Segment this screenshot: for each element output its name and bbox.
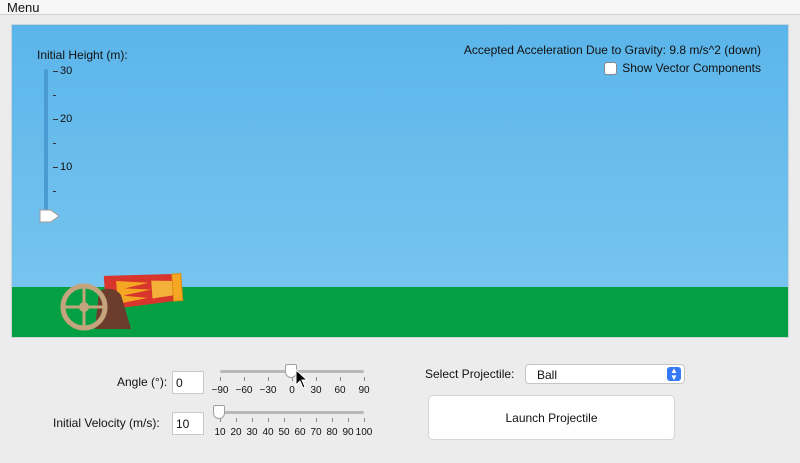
projectile-select[interactable]: Ball ▲ ▼: [525, 364, 685, 384]
angle-label: Angle (°):: [117, 375, 168, 389]
angle-slider-tick-label: 30: [310, 385, 322, 396]
velocity-slider-tick: [236, 418, 237, 422]
simulation-scene: Initial Height (m): 30 20 10 Accepted Ac…: [11, 24, 789, 338]
projectile-select-value: Ball: [537, 368, 558, 382]
velocity-slider-tick-label: 80: [326, 427, 338, 438]
velocity-slider-tick-label: 70: [310, 427, 322, 438]
velocity-slider-tick-label: 60: [294, 427, 306, 438]
angle-slider-tick: [316, 377, 317, 381]
velocity-slider-tick: [300, 418, 301, 422]
angle-slider-tick-label: −60: [235, 385, 253, 396]
menu-bar: Menu: [0, 0, 800, 15]
height-slider-title: Initial Height (m):: [37, 48, 128, 62]
projectile-label: Select Projectile:: [425, 367, 515, 381]
velocity-slider-tick: [364, 418, 365, 422]
angle-slider-tick: [268, 377, 269, 381]
velocity-slider-tick: [268, 418, 269, 422]
velocity-slider-tick: [332, 418, 333, 422]
vector-components-label: Show Vector Components: [622, 61, 761, 75]
velocity-slider-tick: [316, 418, 317, 422]
chevron-updown-icon: ▲ ▼: [667, 367, 681, 382]
angle-slider-tick-label: 60: [334, 385, 346, 396]
velocity-slider-track[interactable]: [220, 411, 364, 414]
height-tick-label: 20: [60, 113, 73, 125]
velocity-input[interactable]: 10: [172, 412, 204, 435]
angle-slider-tick-label: 0: [289, 385, 295, 396]
angle-slider-tick: [364, 377, 365, 381]
height-tick: [53, 95, 56, 96]
velocity-slider-tick: [348, 418, 349, 422]
height-tick-label: 10: [60, 161, 73, 173]
menu-button[interactable]: Menu: [7, 0, 40, 15]
vector-components-toggle[interactable]: Show Vector Components: [604, 61, 761, 75]
angle-slider-tick-label: −30: [259, 385, 277, 396]
height-tick: [53, 143, 56, 144]
angle-slider-tick: [340, 377, 341, 381]
velocity-label: Initial Velocity (m/s):: [53, 416, 160, 430]
height-tick-label: 30: [60, 65, 73, 77]
angle-slider-tick-label: −90: [211, 385, 229, 396]
height-tick: [53, 71, 58, 72]
velocity-slider-tick-label: 10: [214, 427, 226, 438]
angle-slider-tick: [244, 377, 245, 381]
launch-button-label: Launch Projectile: [505, 410, 598, 425]
height-tick: [53, 119, 58, 120]
cannon[interactable]: [57, 265, 192, 333]
velocity-slider-tick-label: 30: [246, 427, 258, 438]
height-slider-thumb[interactable]: [39, 209, 61, 223]
height-slider-track[interactable]: [44, 69, 48, 217]
gravity-text: Accepted Acceleration Due to Gravity: 9.…: [463, 43, 761, 57]
velocity-slider-thumb[interactable]: [213, 405, 225, 419]
velocity-slider-tick-label: 50: [278, 427, 290, 438]
velocity-slider-tick-label: 20: [230, 427, 242, 438]
velocity-slider-tick-label: 90: [342, 427, 354, 438]
mouse-cursor-icon: [295, 369, 309, 389]
velocity-slider-tick: [252, 418, 253, 422]
velocity-slider-tick-label: 40: [262, 427, 274, 438]
velocity-slider-tick-label: 100: [355, 427, 373, 438]
height-tick: [53, 167, 58, 168]
angle-slider-tick-label: 90: [358, 385, 370, 396]
vector-components-checkbox[interactable]: [604, 61, 618, 75]
angle-input[interactable]: 0: [172, 371, 204, 394]
velocity-slider-tick: [284, 418, 285, 422]
angle-slider-tick: [220, 377, 221, 381]
launch-button[interactable]: Launch Projectile: [428, 395, 675, 440]
height-tick: [53, 191, 56, 192]
